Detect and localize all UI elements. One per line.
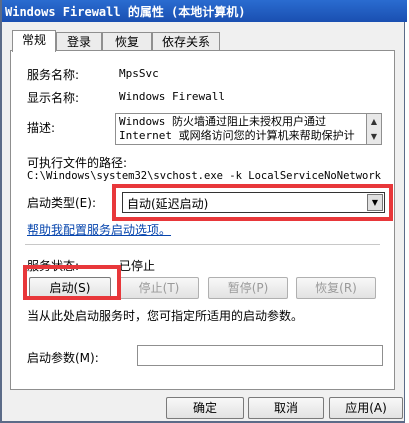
startup-type-label: 启动类型(E): xyxy=(27,196,96,210)
service-name-label: 服务名称: xyxy=(27,68,80,82)
properties-window: Windows Firewall 的属性 (本地计算机) 常规 登录 恢复 依存… xyxy=(0,0,407,423)
exe-path-value: C:\Windows\system32\svchost.exe -k Local… xyxy=(27,170,382,182)
startup-params-hint: 当从此处启动服务时，您可指定所适用的启动参数。 xyxy=(27,309,304,323)
tab-logon[interactable]: 登录 xyxy=(56,32,102,51)
tab-recovery[interactable]: 恢复 xyxy=(102,32,152,51)
dropdown-arrow-icon[interactable]: ▼ xyxy=(367,194,383,211)
scroll-up-icon[interactable]: ▲ xyxy=(367,114,381,130)
resume-button[interactable]: 恢复(R) xyxy=(296,277,376,299)
start-params-label: 启动参数(M): xyxy=(27,351,99,365)
title-bar[interactable]: Windows Firewall 的属性 (本地计算机) xyxy=(2,0,407,22)
scroll-down-icon[interactable]: ▼ xyxy=(367,129,381,144)
ok-button[interactable]: 确定 xyxy=(166,397,244,419)
description-label: 描述: xyxy=(27,121,56,135)
tab-dependencies[interactable]: 依存关系 xyxy=(152,32,220,51)
start-button[interactable]: 启动(S) xyxy=(29,277,111,299)
exe-path-label: 可执行文件的路径: xyxy=(27,156,128,170)
description-scrollbar[interactable]: ▲ ▼ xyxy=(367,113,382,145)
divider xyxy=(25,244,380,245)
help-config-link[interactable]: 帮助我配置服务启动选项。 xyxy=(27,221,171,238)
description-line-2: Internet 或网络访问您的计算机来帮助保护计 xyxy=(119,129,355,142)
service-name-value: MpsSvc xyxy=(119,67,159,80)
cancel-button[interactable]: 取消 xyxy=(248,397,324,419)
tab-general[interactable]: 常规 xyxy=(12,30,56,52)
service-status-value: 已停止 xyxy=(119,259,156,273)
startup-type-select[interactable]: 自动(延迟启动) ▼ xyxy=(122,192,385,213)
startup-type-value: 自动(延迟启动) xyxy=(127,197,209,211)
pause-button[interactable]: 暂停(P) xyxy=(208,277,288,299)
description-box[interactable]: Windows 防火墙通过阻止未授权用户通过 Internet 或网络访问您的计… xyxy=(115,113,367,145)
general-panel: 服务名称: MpsSvc 显示名称: Windows Firewall 描述: … xyxy=(10,50,395,390)
stop-button[interactable]: 停止(T) xyxy=(119,277,199,299)
display-name-value: Windows Firewall xyxy=(119,90,225,103)
display-name-label: 显示名称: xyxy=(27,91,80,105)
apply-button[interactable]: 应用(A) xyxy=(329,397,403,419)
service-status-label: 服务状态: xyxy=(27,259,80,273)
description-line-1: Windows 防火墙通过阻止未授权用户通过 xyxy=(119,115,326,128)
start-params-input[interactable] xyxy=(137,345,383,366)
window-title: Windows Firewall 的属性 (本地计算机) xyxy=(5,5,246,19)
